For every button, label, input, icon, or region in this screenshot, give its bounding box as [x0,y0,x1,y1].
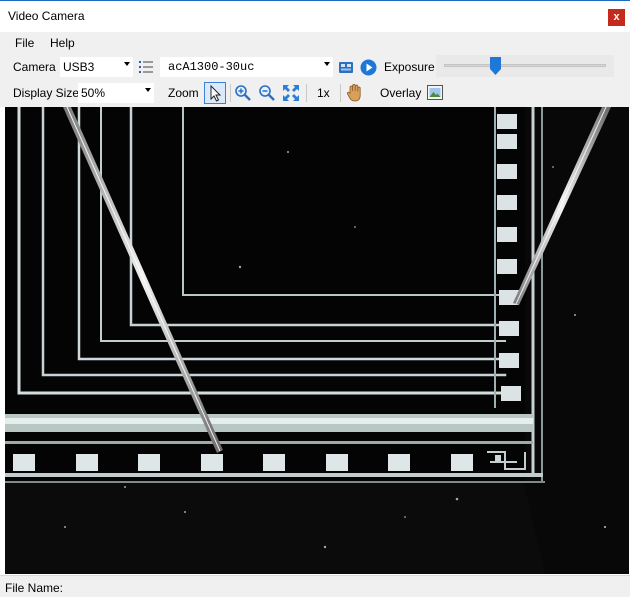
exposure-slider-track [444,64,606,67]
overlay-image-icon[interactable] [427,85,443,100]
video-frame-image [5,107,629,574]
exposure-slider[interactable] [436,55,614,77]
zoom-factor[interactable]: 1x [317,86,330,100]
status-bar: File Name: [0,575,630,597]
camera-type-value: USB3 [63,60,95,74]
menu-file[interactable]: File [15,36,34,50]
camera-label: Camera [13,60,56,74]
chevron-down-icon [324,62,330,66]
zoom-fit-icon[interactable] [282,84,300,102]
zoom-out-icon[interactable] [258,84,276,102]
toolbar-separator [306,84,307,102]
display-size-value: 50% [81,86,106,100]
view-toolbar: Display Size 50% Zoom 1x Overlay [0,80,630,107]
camera-model-value: acA1300-30uc [168,60,255,74]
hand-pan-icon[interactable] [346,83,364,103]
exposure-slider-thumb[interactable] [490,57,502,75]
toolbar-separator [340,84,341,102]
file-name-label: File Name: [5,581,64,595]
zoom-label: Zoom [168,86,199,100]
menu-bar: File Help [0,32,630,54]
camera-type-select[interactable]: USB3 [60,57,133,77]
display-size-label: Display Size [13,86,80,100]
toolbar-separator [230,84,231,102]
display-size-select[interactable]: 50% [78,83,154,103]
chevron-down-icon [124,62,130,66]
pointer-tool-button[interactable] [204,82,226,104]
chevron-down-icon [145,88,151,92]
window-title: Video Camera [8,9,85,23]
title-bar: Video Camera x [0,0,630,32]
exposure-label: Exposure [384,60,435,74]
camera-config-icon[interactable] [338,59,354,75]
overlay-label: Overlay [380,86,422,100]
zoom-in-icon[interactable] [234,84,252,102]
camera-model-select[interactable]: acA1300-30uc [160,57,333,77]
live-video-view[interactable] [5,107,629,574]
list-icon[interactable] [138,59,154,75]
close-button[interactable]: x [608,9,625,26]
play-icon[interactable] [360,59,377,76]
menu-help[interactable]: Help [50,36,75,50]
pointer-icon [210,84,222,102]
